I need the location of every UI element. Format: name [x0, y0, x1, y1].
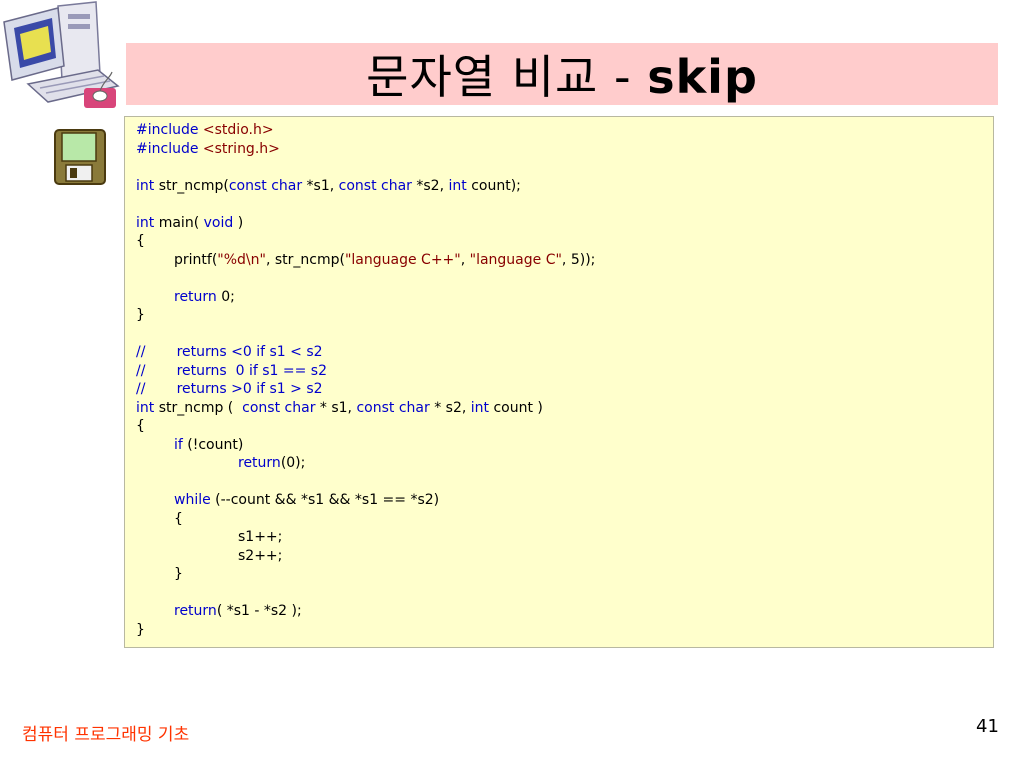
code-text: str_ncmp ( [154, 399, 243, 416]
code-text: } [136, 621, 145, 638]
code-line: int str_ncmp(const char *s1, const char … [136, 177, 993, 196]
code-line: s1++; [136, 528, 993, 547]
floppy-disk-icon [52, 127, 108, 187]
title-bar: 문자열 비교 - skip [126, 43, 998, 105]
title-bold: skip [647, 50, 758, 104]
computer-icon [0, 0, 122, 112]
code-line: { [136, 417, 993, 436]
code-line: if (!count) [136, 436, 993, 455]
code-text: s2++; [238, 547, 283, 564]
code-text: str_ncmp( [154, 177, 229, 194]
keyword: void [203, 214, 234, 231]
keyword: const [242, 399, 281, 416]
code-text: (0); [280, 455, 306, 471]
keyword: return [238, 455, 281, 471]
keyword: int [448, 177, 467, 194]
keyword: int [470, 399, 490, 416]
string-literal: "language C" [469, 251, 562, 268]
code-line: return(0); [136, 454, 993, 473]
keyword: char [271, 177, 303, 194]
code-line: #include <stdio.h> [136, 121, 993, 140]
keyword: return [174, 288, 217, 305]
preprocessor: #include [136, 140, 199, 157]
footer-course-name: 컴퓨터 프로그래밍 기초 [22, 725, 190, 745]
code-comment: // returns 0 if s1 == s2 [136, 362, 327, 379]
code-line: #include <string.h> [136, 140, 993, 159]
page-number: 41 [976, 716, 999, 737]
code-line: s2++; [136, 547, 993, 566]
code-line: } [136, 565, 993, 584]
code-text: { [136, 418, 145, 434]
keyword: if [174, 436, 183, 453]
keyword: const [228, 177, 267, 194]
code-text: printf( [174, 251, 218, 268]
title-korean: 문자열 비교 [366, 50, 599, 104]
code-text: , 5)); [561, 251, 596, 268]
preprocessor: #include [136, 122, 199, 138]
header-name: <string.h> [198, 140, 280, 157]
slide-title: 문자열 비교 - skip [366, 41, 758, 107]
keyword: int [136, 399, 155, 416]
code-text: ( *s1 - *s2 ); [216, 603, 302, 619]
code-line: return 0; [136, 288, 993, 307]
code-text: , [460, 251, 470, 268]
code-text: 0; [216, 288, 235, 305]
keyword: const [356, 399, 395, 416]
code-text: (--count && *s1 && *s1 == *s2) [210, 492, 440, 508]
code-text: { [136, 233, 145, 249]
code-text: , str_ncmp( [265, 251, 345, 268]
code-text: * s2, [429, 399, 471, 416]
code-comment: // returns >0 if s1 > s2 [136, 381, 323, 397]
code-comment: // returns <0 if s1 < s2 [136, 344, 323, 360]
keyword: char [381, 177, 412, 194]
code-text: } [174, 566, 183, 582]
keyword: while [174, 492, 211, 508]
code-text: s1++; [238, 529, 283, 545]
keyword: char [398, 399, 430, 416]
code-line: } [136, 621, 993, 640]
string-literal: "%d\n" [217, 251, 266, 268]
code-text: *s2, [411, 177, 449, 194]
code-line: { [136, 510, 993, 529]
header-name: <stdio.h> [198, 122, 274, 138]
code-text: { [174, 510, 183, 527]
code-block: #include <stdio.h> #include <string.h> i… [124, 116, 994, 648]
code-line: while (--count && *s1 && *s1 == *s2) [136, 491, 993, 510]
keyword: return [174, 603, 217, 619]
code-text: *s1, [302, 177, 339, 194]
code-text: main( [154, 214, 204, 231]
code-line: int main( void ) [136, 214, 993, 233]
string-literal: "language C++" [344, 251, 461, 268]
title-separator: - [598, 50, 648, 104]
code-text: ) [233, 214, 244, 231]
keyword: const [338, 177, 377, 194]
code-text: (!count) [182, 436, 244, 453]
keyword: int [136, 214, 155, 231]
code-line: int str_ncmp ( const char * s1, const ch… [136, 399, 993, 418]
code-line: return( *s1 - *s2 ); [136, 602, 993, 621]
keyword: char [284, 399, 316, 416]
code-text: } [136, 307, 145, 323]
code-line: } [136, 306, 993, 325]
code-line: { [136, 232, 993, 251]
code-line: printf("%d\n", str_ncmp("language C++" , … [136, 251, 993, 270]
code-text: count ) [489, 399, 543, 416]
code-text: * s1, [315, 399, 357, 416]
code-text: count); [466, 177, 521, 194]
keyword: int [136, 177, 155, 194]
